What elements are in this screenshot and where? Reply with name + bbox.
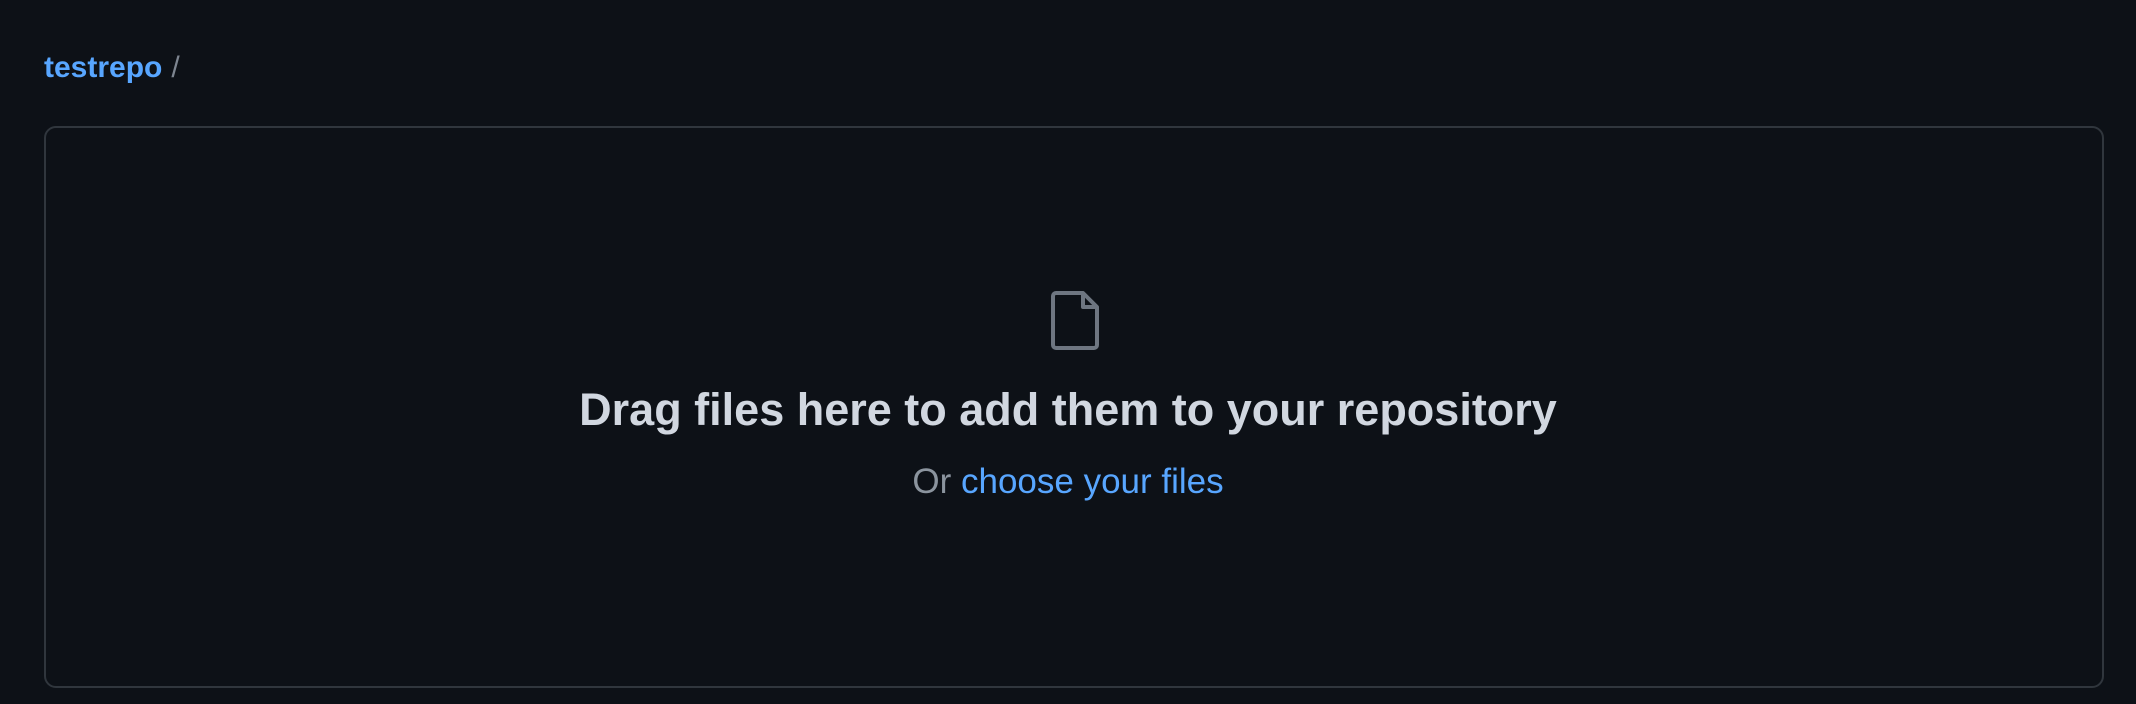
upload-page: testrepo / Drag files here to add them t… [0, 0, 2136, 704]
dropzone-headline: Drag files here to add them to your repo… [579, 384, 1557, 435]
breadcrumb-separator: / [171, 51, 180, 84]
file-icon [1051, 291, 1099, 350]
or-text: Or [912, 462, 952, 501]
breadcrumb: testrepo / [44, 44, 180, 92]
dropzone-subline: Or choose your files [0, 458, 2136, 506]
choose-files-link[interactable]: choose your files [961, 462, 1224, 501]
breadcrumb-repo-link[interactable]: testrepo [44, 44, 162, 92]
